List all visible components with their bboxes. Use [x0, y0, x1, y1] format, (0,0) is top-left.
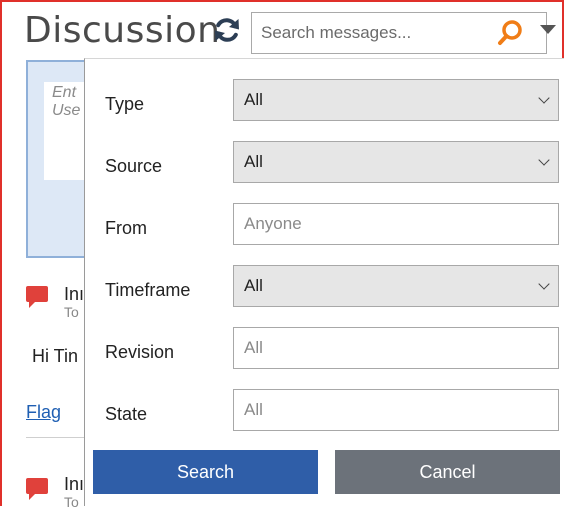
type-value: All	[244, 90, 263, 109]
message-recipient: To	[64, 494, 79, 510]
from-field[interactable]	[233, 203, 559, 245]
type-label: Type	[105, 94, 145, 114]
chevron-down-icon[interactable]	[540, 25, 556, 34]
search-button[interactable]: Search	[93, 450, 318, 494]
source-value: All	[244, 152, 263, 171]
message-composer[interactable]: Ent Use	[26, 60, 104, 258]
from-label: From	[105, 218, 147, 238]
search-input[interactable]	[261, 22, 481, 44]
cancel-button[interactable]: Cancel	[335, 450, 560, 494]
chevron-down-icon	[538, 92, 550, 104]
message-author: Inı	[64, 284, 85, 304]
timeframe-select[interactable]: All	[233, 265, 559, 307]
refresh-icon[interactable]	[213, 16, 241, 44]
timeframe-label: Timeframe	[105, 280, 191, 300]
message-icon	[26, 478, 48, 500]
state-label: State	[105, 404, 148, 424]
message-icon	[26, 286, 48, 308]
page-title: Discussion	[24, 10, 221, 51]
filter-panel: Type All Source All From Timeframe All R…	[84, 58, 564, 506]
message-author: Inı	[64, 474, 85, 494]
state-field[interactable]	[233, 389, 559, 431]
message-body: Hi Tin	[32, 346, 79, 366]
source-label: Source	[105, 156, 163, 176]
source-select[interactable]: All	[233, 141, 559, 183]
type-select[interactable]: All	[233, 79, 559, 121]
revision-label: Revision	[105, 342, 175, 362]
search-box	[251, 12, 547, 54]
composer-placeholder: Ent Use	[52, 84, 81, 119]
chevron-down-icon	[538, 154, 550, 166]
message-recipient: To	[64, 304, 79, 320]
chevron-down-icon	[538, 278, 550, 290]
revision-field[interactable]	[233, 327, 559, 369]
divider	[26, 437, 86, 438]
timeframe-value: All	[244, 276, 263, 295]
flag-link[interactable]: Flag	[26, 402, 61, 423]
search-icon[interactable]	[497, 19, 523, 47]
